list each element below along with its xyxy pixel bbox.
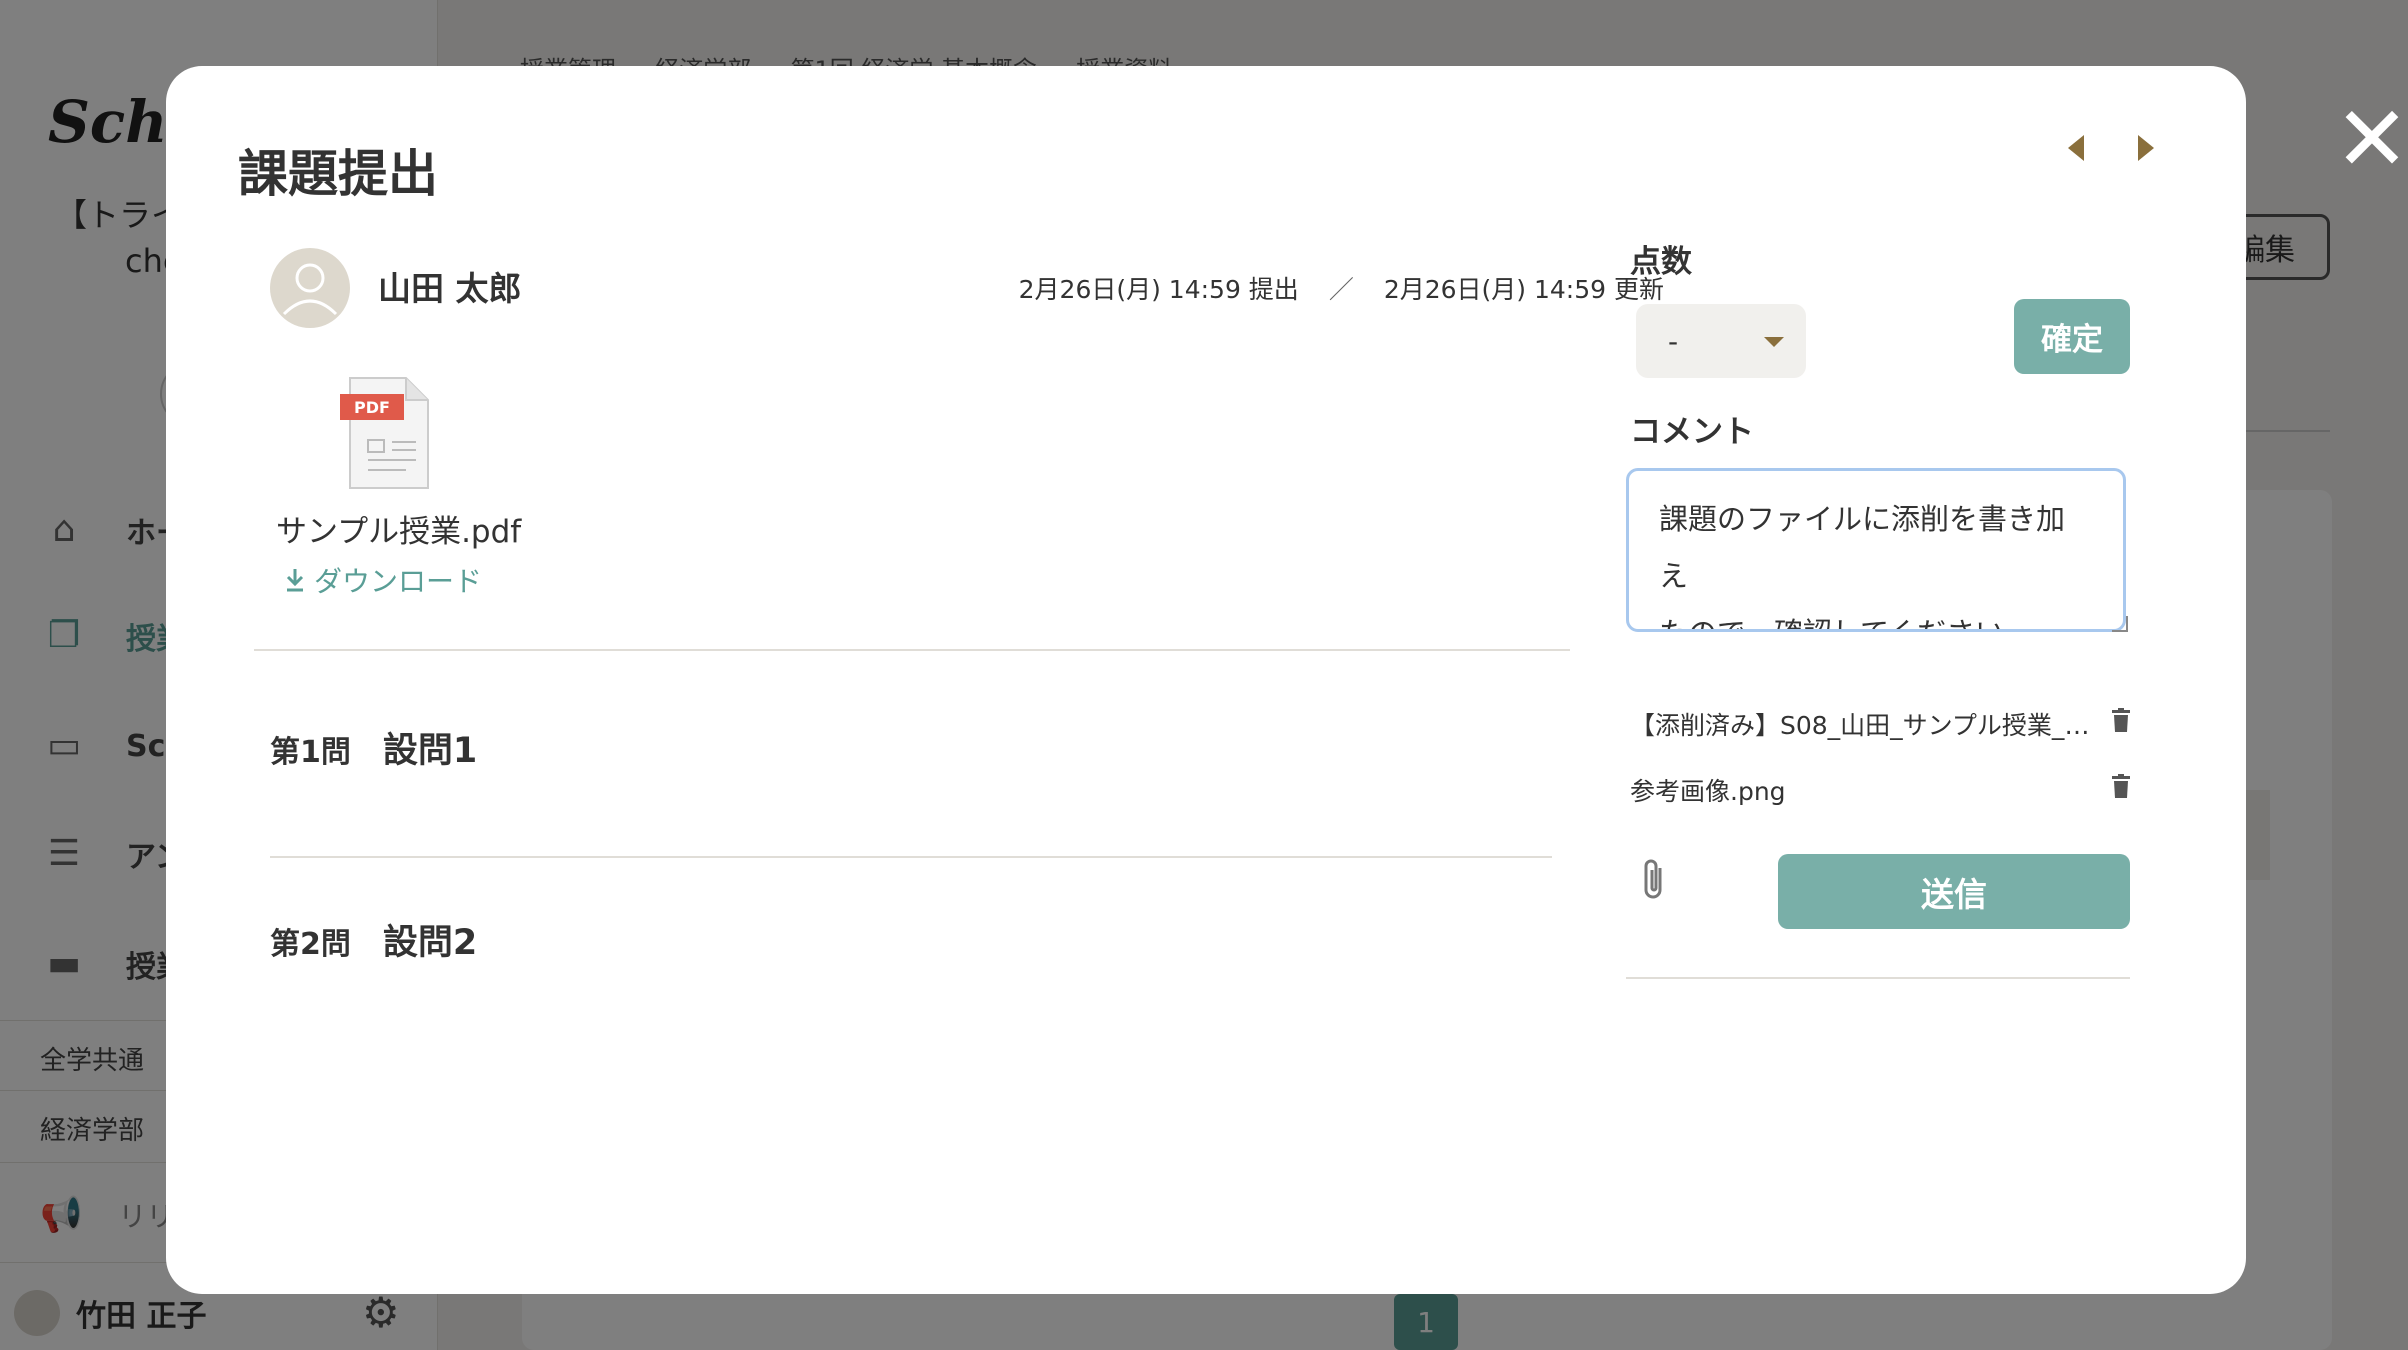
score-label: 点数	[1630, 244, 1692, 280]
question-title: 設問2	[382, 923, 478, 963]
attachment-name: 参考画像.png	[1630, 777, 1786, 806]
updated-date: 2月26日(月) 14:59 更新	[1383, 275, 1664, 304]
score-value: -	[1668, 324, 1679, 358]
close-icon[interactable]: ✕	[2332, 95, 2408, 185]
submission-modal: 課題提出 山田 太郎 2月26日(月) 14:59 提出 ／ 2月26日(月) …	[166, 66, 2246, 1294]
question-item[interactable]: 第2問 設問2	[270, 914, 477, 965]
submitted-date: 2月26日(月) 14:59 提出	[1018, 275, 1299, 304]
comment-textarea[interactable]: 課題のファイルに添削を書き加え たので、確認してください。 参考画像も添付してい…	[1626, 468, 2126, 632]
avatar	[270, 248, 350, 328]
download-icon	[286, 569, 304, 592]
caret-right-icon	[2138, 135, 2154, 161]
divider	[254, 649, 1570, 651]
trash-icon[interactable]	[2112, 708, 2130, 732]
attachment-item[interactable]: 参考画像.png	[1630, 772, 2130, 808]
resize-handle[interactable]	[2112, 616, 2128, 632]
question-item[interactable]: 第1問 設問1	[270, 722, 477, 773]
comment-label: コメント	[1630, 414, 1754, 450]
modal-title: 課題提出	[238, 145, 438, 203]
chevron-down-icon	[1764, 337, 1784, 347]
divider	[270, 856, 1552, 858]
attachment-item[interactable]: 【添削済み】S08_山田_サンプル授業_20…	[1630, 706, 2130, 742]
confirm-button[interactable]: 確定	[2014, 299, 2130, 374]
download-label: ダウンロード	[314, 565, 483, 598]
send-button[interactable]: 送信	[1778, 854, 2130, 929]
score-select[interactable]: -	[1636, 304, 1806, 378]
submission-dates: 2月26日(月) 14:59 提出 ／ 2月26日(月) 14:59 更新	[1019, 270, 1664, 306]
trash-icon[interactable]	[2112, 774, 2130, 798]
question-number: 第2問	[270, 927, 351, 962]
divider	[1626, 977, 2130, 979]
next-submission-button[interactable]	[2116, 118, 2176, 178]
prev-submission-button[interactable]	[2046, 118, 2106, 178]
attachment-name: 【添削済み】S08_山田_サンプル授業_20…	[1630, 711, 2090, 740]
pdf-badge: PDF	[354, 398, 390, 417]
date-separator: ／	[1328, 275, 1354, 304]
student-name: 山田 太郎	[378, 269, 522, 308]
caret-left-icon	[2068, 135, 2084, 161]
question-number: 第1問	[270, 735, 351, 770]
pdf-file-icon[interactable]: PDF	[340, 376, 432, 492]
file-name: サンプル授業.pdf	[276, 514, 522, 550]
download-link[interactable]: ダウンロード	[284, 560, 482, 600]
user-icon	[282, 263, 338, 316]
paperclip-icon[interactable]	[1636, 858, 1672, 904]
question-title: 設問1	[382, 731, 478, 771]
